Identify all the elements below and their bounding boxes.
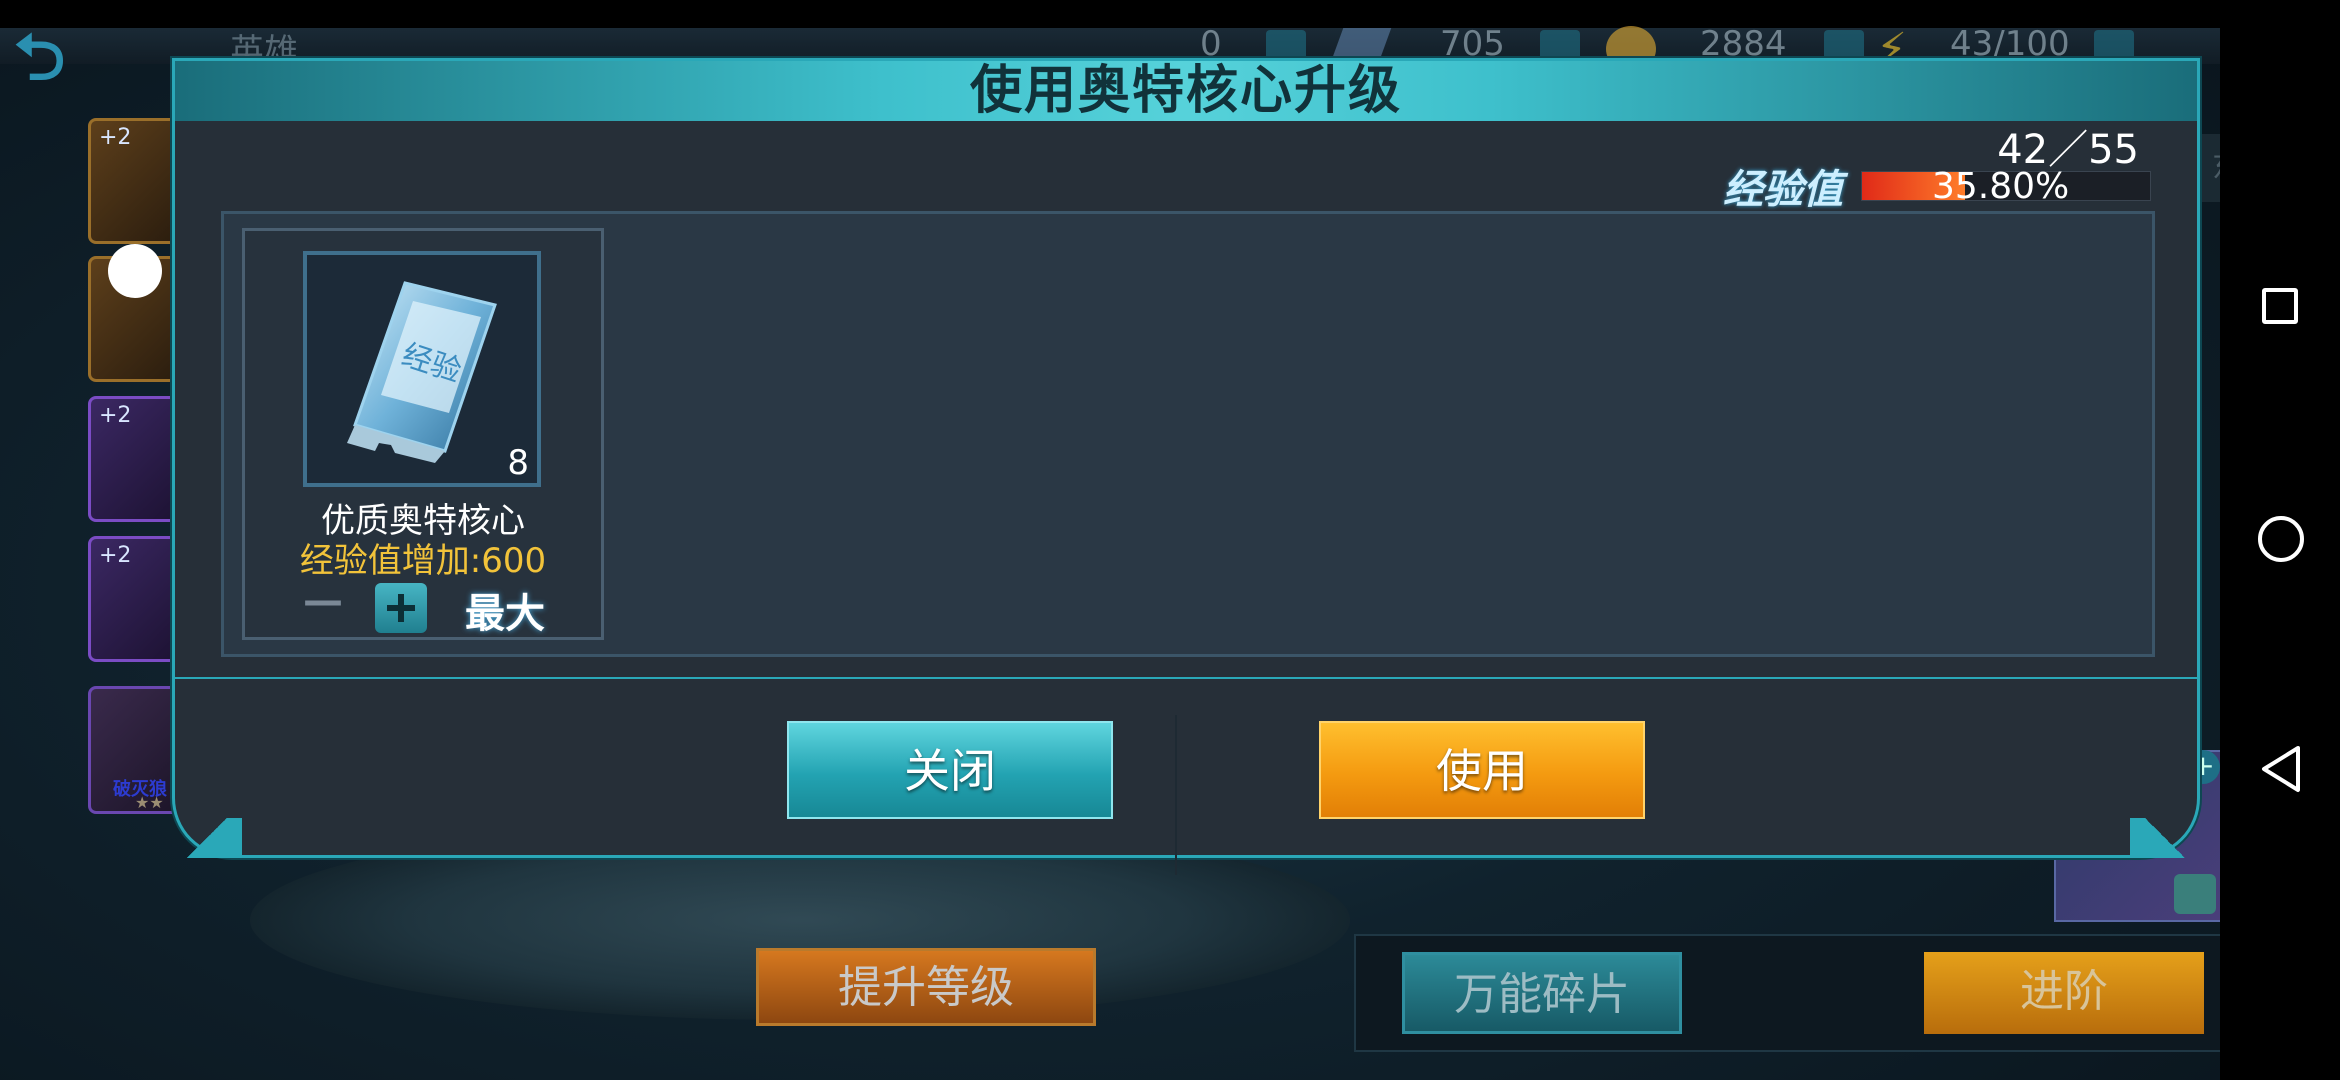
max-button[interactable]: 最大: [465, 581, 545, 639]
hero-slot-tag: +2: [99, 125, 132, 150]
hero-slot[interactable]: +2: [88, 118, 180, 244]
plus-button[interactable]: [375, 583, 427, 633]
exp-chip-icon: 经验: [347, 281, 497, 463]
hero-stars: ★★: [135, 793, 164, 812]
hero-slot-tag: +2: [99, 403, 132, 428]
exp-progress-bar: 35.80%: [1861, 166, 2151, 207]
minus-button[interactable]: —: [303, 581, 343, 623]
recent-apps-icon[interactable]: [2262, 288, 2298, 324]
hero-slot[interactable]: +2: [88, 536, 180, 662]
back-triangle-icon[interactable]: [2258, 744, 2304, 794]
dialog-title: 使用奥特核心升级: [969, 61, 1402, 121]
advance-button[interactable]: 进阶: [1924, 952, 2204, 1034]
touch-indicator: [108, 244, 162, 298]
exp-label: 经验值: [1723, 167, 1843, 213]
dialog-divider: [175, 677, 2197, 679]
upgrade-level-button[interactable]: 提升等级: [756, 948, 1096, 1026]
puzzle-icon: [2174, 874, 2216, 914]
close-button[interactable]: 关闭: [787, 721, 1113, 819]
exp-percent: 35.80%: [1932, 166, 2070, 207]
item-icon-frame[interactable]: 经验 8: [303, 251, 541, 487]
use-button[interactable]: 使用: [1319, 721, 1645, 819]
item-quantity: 8: [507, 443, 529, 483]
dialog-header: 使用奥特核心升级: [175, 61, 2197, 121]
upgrade-dialog: 使用奥特核心升级 42／55 经验值 35.80% 经验 8 优质奥特核心 经验…: [172, 58, 2200, 875]
universal-shard-button[interactable]: 万能碎片: [1402, 952, 1682, 1034]
home-icon[interactable]: [2258, 516, 2304, 562]
hero-slot-tag: +2: [99, 543, 132, 568]
items-list: 经验 8 优质奥特核心 经验值增加:600 — 最大: [221, 211, 2155, 657]
corner-ornament-right: [2130, 818, 2200, 858]
hero-slot[interactable]: +2: [88, 396, 180, 522]
back-arrow-icon[interactable]: ⮌: [14, 26, 124, 90]
corner-ornament-left: [172, 818, 242, 858]
item-exp-bonus: 经验值增加:600: [299, 541, 547, 581]
item-card[interactable]: 经验 8 优质奥特核心 经验值增加:600 — 最大: [242, 228, 604, 640]
button-divider: [1175, 715, 1177, 875]
